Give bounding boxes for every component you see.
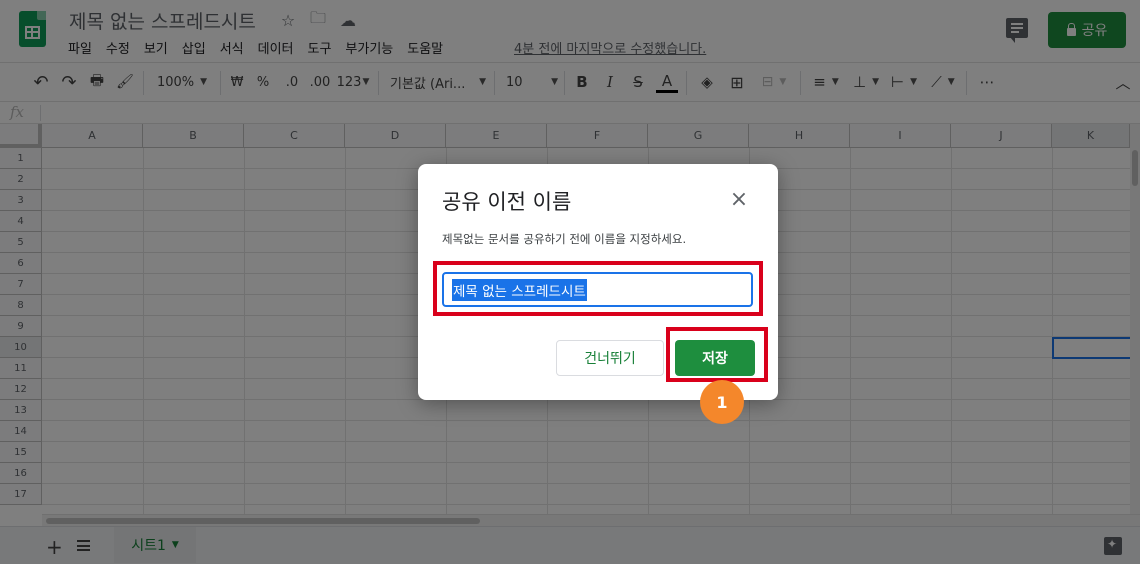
input-highlight-box (433, 261, 763, 316)
dialog-description: 제목없는 문서를 공유하기 전에 이름을 지정하세요. (442, 232, 687, 246)
skip-button[interactable]: 건너뛰기 (556, 340, 664, 376)
dialog-title: 공유 이전 이름 (442, 190, 572, 214)
save-highlight-box (666, 327, 768, 382)
step-badge: 1 (700, 380, 744, 424)
close-icon[interactable]: × (728, 187, 750, 212)
